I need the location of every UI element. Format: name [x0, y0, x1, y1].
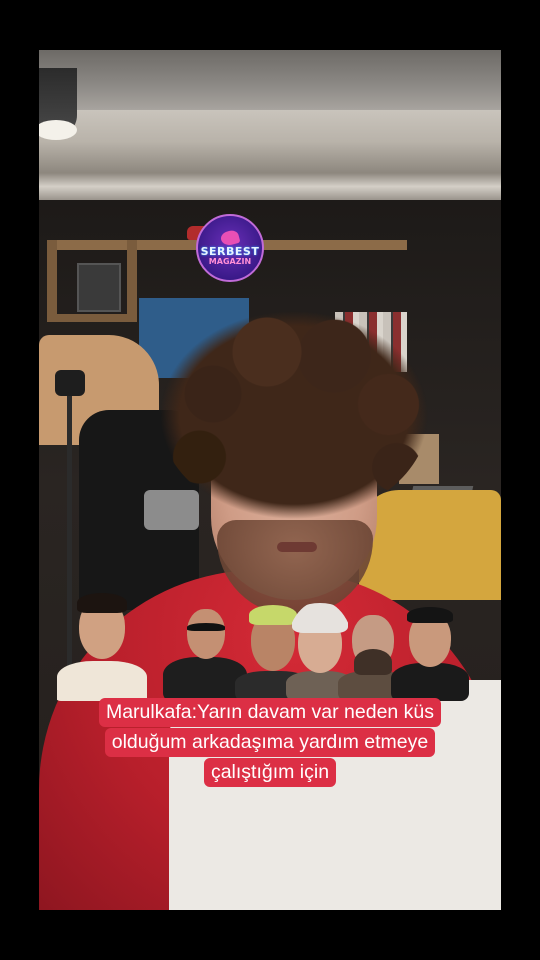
serbest-magazin-logo: SERBEST MAGAZIN [196, 214, 264, 282]
body [391, 663, 469, 701]
caption-line-2: olduğum arkadaşıma yardım etmeye [104, 728, 436, 757]
desk-item [144, 490, 199, 530]
bird-icon [219, 228, 241, 247]
celebrity-photo-6 [391, 603, 469, 701]
head [187, 609, 225, 659]
celebrity-photo-strip [53, 543, 479, 701]
subtitle-caption: Marulkafa:Yarın davam var neden küs oldu… [40, 698, 500, 788]
hair [292, 603, 348, 633]
caption-line-3: çalıştığım için [203, 758, 337, 787]
celebrity-photo-1 [53, 581, 151, 701]
body [57, 661, 147, 701]
caption-line-1: Marulkafa:Yarın davam var neden küs [98, 698, 442, 727]
hair [77, 593, 127, 613]
sunglasses [187, 623, 225, 631]
logo-text-top: SERBEST [200, 244, 260, 258]
ceiling [39, 50, 501, 110]
shelf-divider [127, 240, 137, 320]
shelf-bottom [47, 314, 137, 322]
shelf-side [47, 240, 57, 320]
beard [354, 649, 392, 675]
logo-text-bottom: MAGAZIN [208, 256, 252, 266]
curly-hair [159, 310, 429, 520]
hair [249, 605, 297, 625]
ceiling-molding [39, 110, 501, 200]
hair [407, 607, 453, 623]
tripod-head [55, 370, 85, 396]
award-plaque [77, 263, 121, 312]
